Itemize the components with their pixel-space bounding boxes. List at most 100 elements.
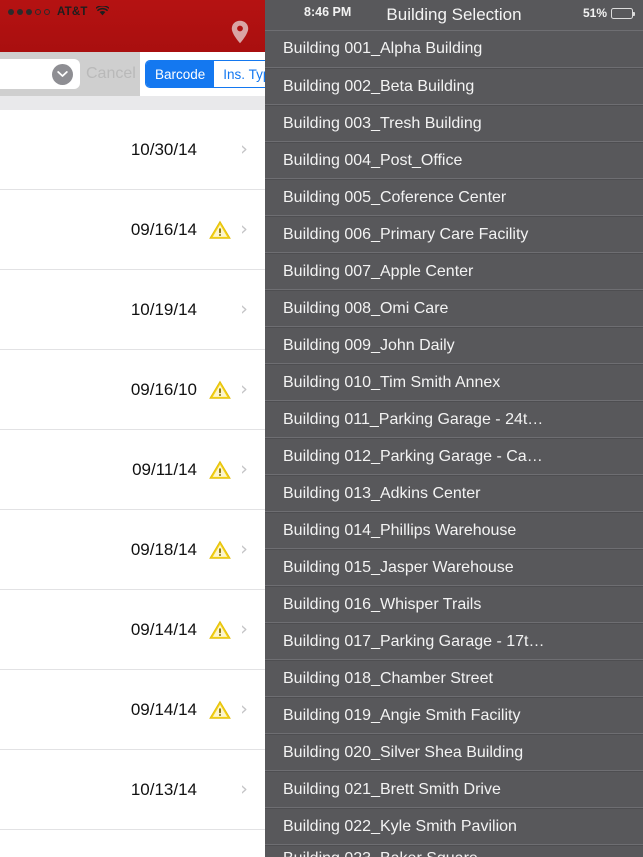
signal-strength-icon <box>8 9 50 15</box>
list-item[interactable]: Building 007_Apple Center <box>265 253 643 290</box>
list-item[interactable]: Building 010_Tim Smith Annex <box>265 364 643 401</box>
list-item[interactable]: Building 019_Angie Smith Facility <box>265 697 643 734</box>
chevron-down-circle-icon[interactable] <box>52 63 73 85</box>
search-input[interactable] <box>0 59 80 89</box>
chevron-right-icon[interactable]: › <box>233 380 255 399</box>
row-date: 09/14/14 <box>130 699 197 719</box>
list-item[interactable]: Building 018_Chamber Street <box>265 660 643 697</box>
warning-triangle-icon[interactable] <box>207 700 233 720</box>
list-item[interactable]: Building 013_Adkins Center <box>265 475 643 512</box>
building-list: Building 001_Alpha Building Building 002_… <box>265 31 643 857</box>
building-label: Building 014_Phillips Warehouse <box>283 521 517 539</box>
table-row[interactable]: 10/19/14 › <box>0 270 265 350</box>
search-toolbar: Cancel Barcode Ins. Type <box>0 52 265 96</box>
building-label: Building 009_John Daily <box>283 336 455 354</box>
building-label: Building 010_Tim Smith Annex <box>283 373 501 391</box>
building-label: Building 008_Omi Care <box>283 299 449 317</box>
list-item[interactable]: Building 001_Alpha Building <box>265 31 643 68</box>
building-label: Building 016_Whisper Trails <box>283 595 482 613</box>
list-item[interactable]: Building 021_Brett Smith Drive <box>265 771 643 808</box>
building-label: Building 020_Silver Shea Building <box>283 743 524 761</box>
inspection-list: 10/30/14 › 09/16/14 › 10/19/14 › 09/16/10 › 09/1… <box>0 110 265 830</box>
row-date: 09/16/10 <box>130 379 197 399</box>
list-item[interactable]: Building 002_Beta Building <box>265 68 643 105</box>
row-date: 10/19/14 <box>130 299 197 319</box>
table-row[interactable]: 09/16/10 › <box>0 350 265 430</box>
chevron-right-icon[interactable]: › <box>233 460 255 479</box>
warning-triangle-icon[interactable] <box>207 620 233 640</box>
chevron-right-icon[interactable]: › <box>233 140 255 159</box>
building-label: Building 003_Tresh Building <box>283 114 482 132</box>
building-label: Building 002_Beta Building <box>283 77 475 95</box>
building-label: Building 022_Kyle Smith Pavilion <box>283 817 517 835</box>
building-label: Building 023_Baker Square <box>283 850 478 857</box>
chevron-right-icon[interactable]: › <box>233 540 255 559</box>
table-row[interactable]: 09/11/14 › <box>0 430 265 510</box>
building-label: Building 021_Brett Smith Drive <box>283 780 501 798</box>
list-item[interactable]: Building 011_Parking Garage - 24t… <box>265 401 643 438</box>
list-item[interactable]: Building 009_John Daily <box>265 327 643 364</box>
left-status-bar: AT&T <box>0 0 265 20</box>
table-row[interactable]: 09/16/14 › <box>0 190 265 270</box>
chevron-right-icon[interactable]: › <box>233 780 255 799</box>
segment-ins-type[interactable]: Ins. Type <box>214 61 265 87</box>
building-label: Building 004_Post_Office <box>283 151 463 169</box>
list-item[interactable]: Building 003_Tresh Building <box>265 105 643 142</box>
building-label: Building 015_Jasper Warehouse <box>283 558 514 576</box>
table-row[interactable]: 09/14/14 › <box>0 670 265 750</box>
table-row[interactable]: 10/13/14 › <box>0 750 265 830</box>
list-item[interactable]: Building 017_Parking Garage - 17t… <box>265 623 643 660</box>
warning-triangle-icon[interactable] <box>207 380 233 400</box>
left-master-panel: AT&T Cancel Barcode Ins. Ty 10/30/14 › 0… <box>0 0 265 857</box>
building-label: Building 007_Apple Center <box>283 262 474 280</box>
list-item[interactable]: Building 005_Coference Center <box>265 179 643 216</box>
building-label: Building 006_Primary Care Facility <box>283 225 529 243</box>
segment-barcode[interactable]: Barcode <box>146 61 215 87</box>
building-label: Building 017_Parking Garage - 17t… <box>283 632 545 650</box>
list-item[interactable]: Building 014_Phillips Warehouse <box>265 512 643 549</box>
table-row[interactable]: 10/30/14 › <box>0 110 265 190</box>
row-date: 10/13/14 <box>130 779 197 799</box>
table-row[interactable]: 09/18/14 › <box>0 510 265 590</box>
app-red-header: AT&T <box>0 0 265 52</box>
cancel-button[interactable]: Cancel <box>86 52 136 96</box>
right-status-bar: 8:46 PM Building Selection 51% <box>265 0 643 30</box>
list-item[interactable]: Building 023_Baker Square <box>265 845 643 857</box>
warning-triangle-icon[interactable] <box>207 540 233 560</box>
building-selection-panel: 8:46 PM Building Selection 51% Building … <box>265 0 643 857</box>
list-item[interactable]: Building 006_Primary Care Facility <box>265 216 643 253</box>
building-label: Building 013_Adkins Center <box>283 484 481 502</box>
chevron-right-icon[interactable]: › <box>233 700 255 719</box>
list-item[interactable]: Building 008_Omi Care <box>265 290 643 327</box>
battery-percent-label: 51% <box>582 6 607 20</box>
row-date: 09/18/14 <box>130 539 197 559</box>
carrier-label: AT&T <box>57 6 88 18</box>
row-date: 09/16/14 <box>130 219 197 239</box>
row-date: 09/14/14 <box>130 619 197 639</box>
row-date: 09/11/14 <box>132 459 197 479</box>
list-item[interactable]: Building 022_Kyle Smith Pavilion <box>265 808 643 845</box>
app-screen: AT&T Cancel Barcode Ins. Ty 10/30/14 › 0… <box>0 0 643 857</box>
warning-triangle-icon[interactable] <box>207 220 233 240</box>
building-label: Building 012_Parking Garage - Ca… <box>283 447 543 465</box>
building-label: Building 018_Chamber Street <box>283 669 493 687</box>
building-label: Building 019_Angie Smith Facility <box>283 706 521 724</box>
list-item[interactable]: Building 020_Silver Shea Building <box>265 734 643 771</box>
list-section-spacer <box>0 96 265 110</box>
wifi-icon <box>95 4 110 20</box>
battery-indicator: 51% <box>582 6 635 20</box>
list-item[interactable]: Building 016_Whisper Trails <box>265 586 643 623</box>
row-date: 10/30/14 <box>130 139 197 159</box>
warning-triangle-icon[interactable] <box>207 460 233 480</box>
table-row[interactable]: 09/14/14 › <box>0 590 265 670</box>
chevron-right-icon[interactable]: › <box>233 300 255 319</box>
map-pin-icon[interactable] <box>231 20 249 49</box>
list-item[interactable]: Building 015_Jasper Warehouse <box>265 549 643 586</box>
building-label: Building 011_Parking Garage - 24t… <box>283 410 544 428</box>
segmented-control: Barcode Ins. Type <box>140 52 265 96</box>
battery-icon <box>611 7 635 19</box>
chevron-right-icon[interactable]: › <box>233 620 255 639</box>
chevron-right-icon[interactable]: › <box>233 220 255 239</box>
list-item[interactable]: Building 004_Post_Office <box>265 142 643 179</box>
list-item[interactable]: Building 012_Parking Garage - Ca… <box>265 438 643 475</box>
